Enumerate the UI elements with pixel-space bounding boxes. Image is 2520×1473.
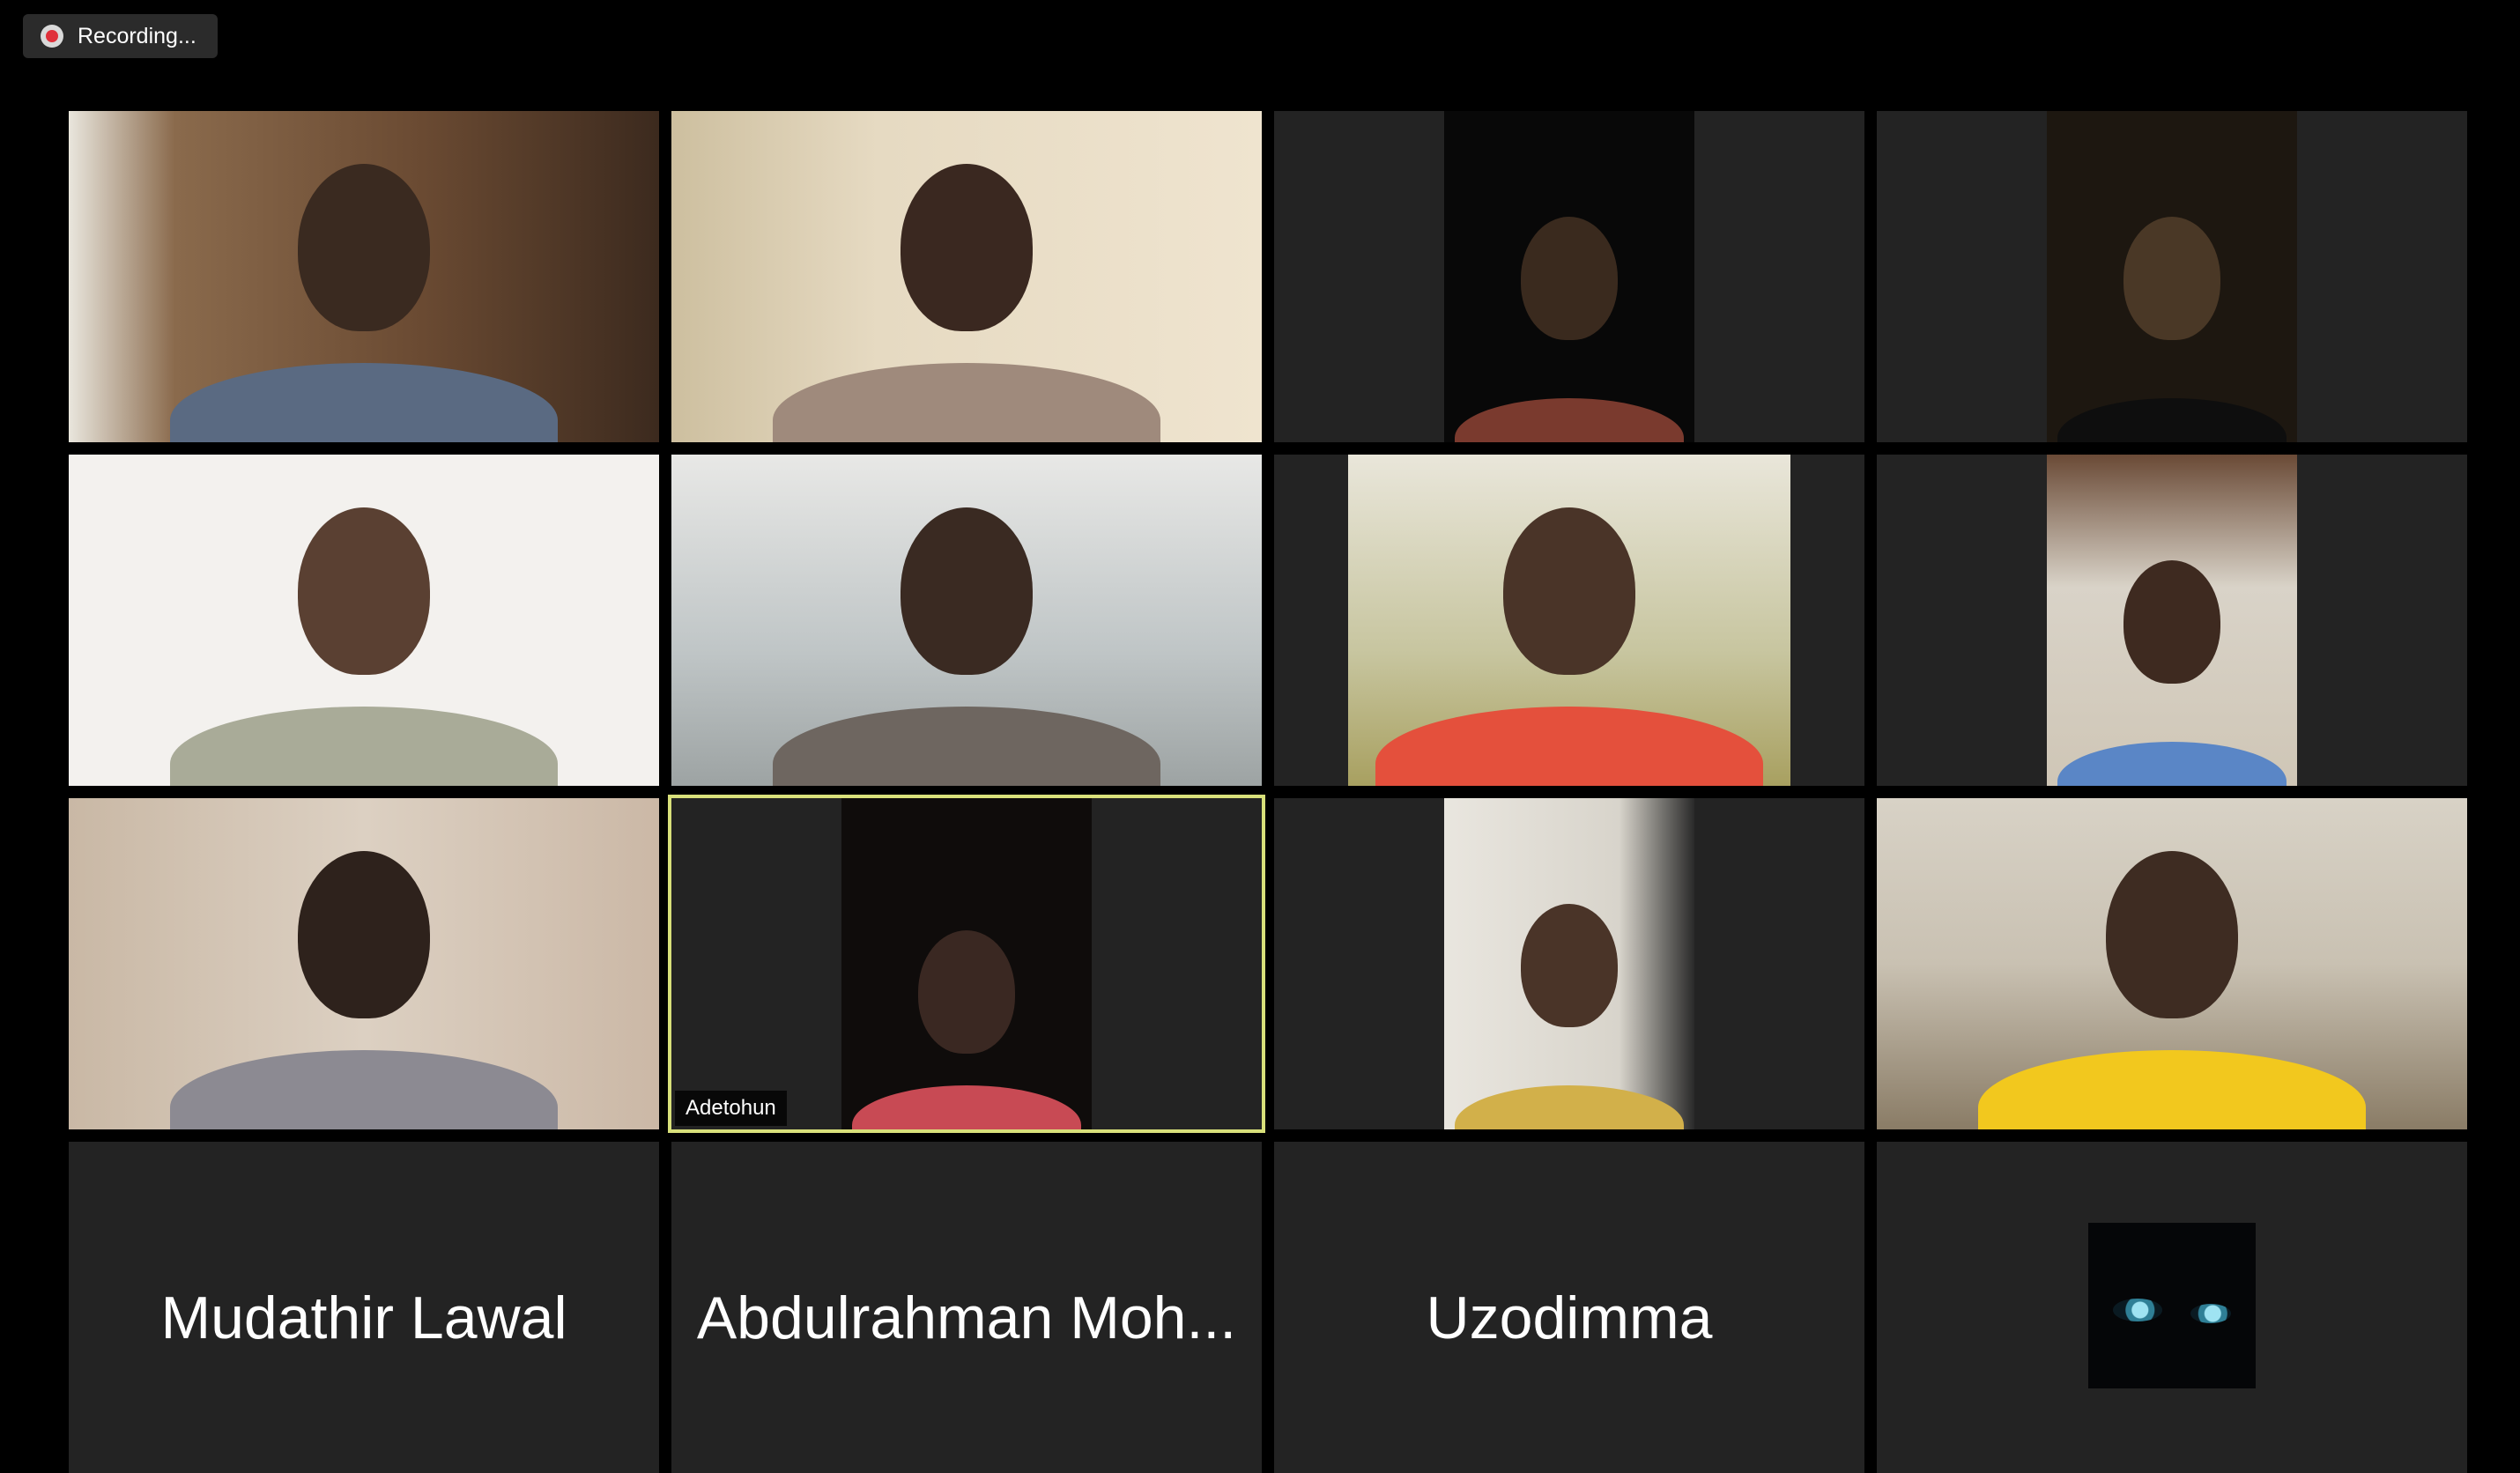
video-feed <box>1444 798 1694 1129</box>
participant-tile-2[interactable] <box>671 111 1262 442</box>
participant-tile-10[interactable]: Adetohun <box>668 795 1265 1133</box>
video-feed <box>1877 798 2467 1129</box>
video-feed <box>69 111 659 442</box>
recording-label: Recording... <box>78 23 196 48</box>
recording-indicator[interactable]: Recording... <box>23 14 218 58</box>
video-feed <box>2047 111 2297 442</box>
video-feed <box>69 455 659 786</box>
participant-tile-13[interactable]: Mudathir Lawal <box>69 1142 659 1473</box>
participant-tile-1[interactable] <box>69 111 659 442</box>
video-feed <box>1348 455 1790 786</box>
video-feed <box>2047 455 2297 786</box>
record-icon <box>41 25 63 48</box>
participant-name-tag: Adetohun <box>675 1091 787 1126</box>
video-feed <box>671 111 1262 442</box>
participant-tile-3[interactable] <box>1274 111 1864 442</box>
video-feed <box>1444 111 1694 442</box>
participant-tile-12[interactable] <box>1877 798 2467 1129</box>
participant-tile-6[interactable] <box>671 455 1262 786</box>
participant-tile-11[interactable] <box>1274 798 1864 1129</box>
eyes-avatar-icon <box>2088 1223 2256 1388</box>
participant-tile-14[interactable]: Abdulrahman Moh... <box>671 1142 1262 1473</box>
participant-tile-16[interactable] <box>1877 1142 2467 1473</box>
participant-name: Mudathir Lawal <box>160 1284 567 1351</box>
participant-name: Abdulrahman Moh... <box>696 1284 1237 1351</box>
video-feed <box>671 455 1262 786</box>
participant-tile-4[interactable] <box>1877 111 2467 442</box>
participant-tile-5[interactable] <box>69 455 659 786</box>
participant-tile-15[interactable]: Uzodimma <box>1274 1142 1864 1473</box>
participant-name: Uzodimma <box>1426 1284 1713 1351</box>
video-feed <box>841 798 1092 1129</box>
participant-tile-8[interactable] <box>1877 455 2467 786</box>
video-feed <box>69 798 659 1129</box>
zoom-gallery-view: Recording... Adetohun Mudathir Lawal Abd… <box>0 0 2520 1473</box>
participant-tile-9[interactable] <box>69 798 659 1129</box>
participant-tile-7[interactable] <box>1274 455 1864 786</box>
